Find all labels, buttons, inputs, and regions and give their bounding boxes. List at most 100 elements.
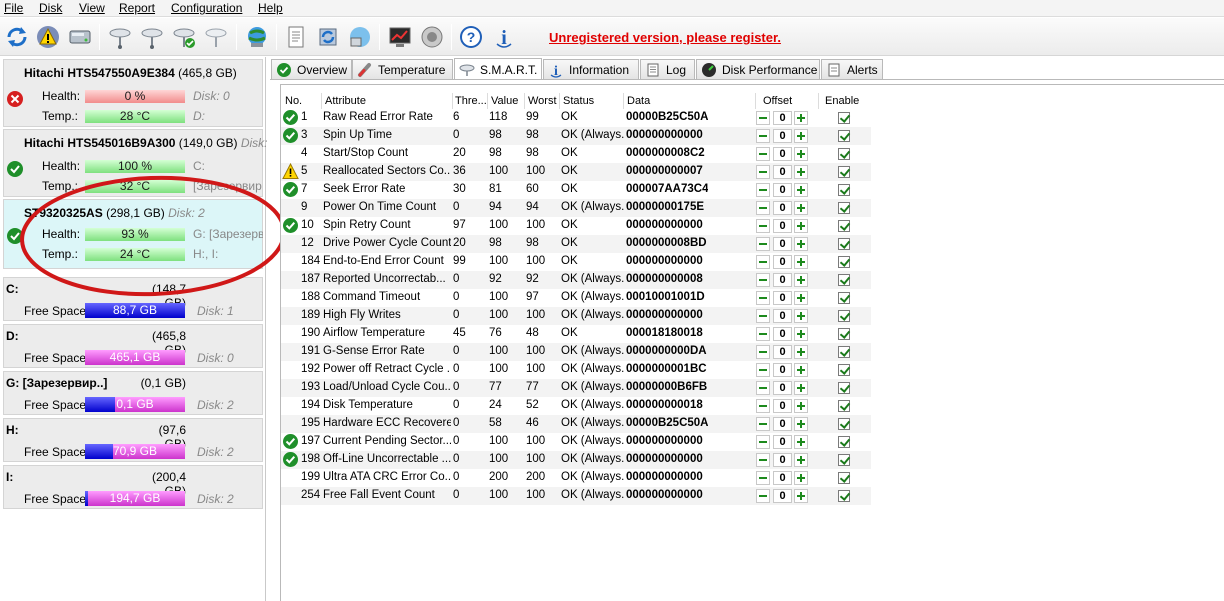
decrement-offset-button[interactable] [756, 237, 770, 251]
increment-offset-button[interactable] [794, 345, 808, 359]
smart-row[interactable]: 199 Ultra ATA CRC Error Co... 0 200 200 OK (A… [281, 469, 871, 487]
tab-overview[interactable]: Overview [271, 59, 352, 79]
tab-temperature[interactable]: Temperature [352, 59, 453, 79]
col-header-attribute[interactable]: Attribute [325, 95, 366, 107]
hard-disk-icon[interactable] [65, 22, 95, 52]
smart-probe-add-icon[interactable] [137, 22, 167, 52]
increment-offset-button[interactable] [794, 255, 808, 269]
col-header-data[interactable]: Data [627, 95, 650, 107]
increment-offset-button[interactable] [794, 399, 808, 413]
enable-checkbox[interactable] [838, 184, 850, 196]
enable-checkbox[interactable] [838, 292, 850, 304]
smart-row[interactable]: 184 End-to-End Error Count 99 100 100 OK 00000… [281, 253, 871, 271]
increment-offset-button[interactable] [794, 471, 808, 485]
decrement-offset-button[interactable] [756, 345, 770, 359]
info-icon[interactable]: i [489, 22, 519, 52]
enable-checkbox[interactable] [838, 418, 850, 430]
offset-value[interactable]: 0 [773, 489, 792, 503]
volume-card[interactable]: D: (465,8 GB) Free Space 465,1 GB Disk: … [3, 324, 263, 368]
menu-disk[interactable]: Disk [39, 1, 62, 16]
col-header-value[interactable]: Value [491, 95, 518, 107]
warning-disk-icon[interactable] [33, 22, 63, 52]
volume-card[interactable]: H: (97,6 GB) Free Space 70,9 GB Disk: 2 [3, 418, 263, 462]
offset-value[interactable]: 0 [773, 381, 792, 395]
enable-checkbox[interactable] [838, 256, 850, 268]
enable-checkbox[interactable] [838, 364, 850, 376]
smart-row[interactable]: 9 Power On Time Count 0 94 94 OK (Always... 00… [281, 199, 871, 217]
offset-value[interactable]: 0 [773, 237, 792, 251]
tab-log[interactable]: Log [640, 59, 695, 79]
enable-checkbox[interactable] [838, 346, 850, 358]
increment-offset-button[interactable] [794, 309, 808, 323]
smart-row[interactable]: 193 Load/Unload Cycle Cou... 0 77 77 OK (Alwa… [281, 379, 871, 397]
enable-checkbox[interactable] [838, 328, 850, 340]
smart-row[interactable]: 194 Disk Temperature 0 24 52 OK (Always... 000… [281, 397, 871, 415]
offset-value[interactable]: 0 [773, 129, 792, 143]
tab-disk-performance[interactable]: Disk Performance [696, 59, 820, 79]
speaker-icon[interactable] [417, 22, 447, 52]
decrement-offset-button[interactable] [756, 417, 770, 431]
offset-value[interactable]: 0 [773, 363, 792, 377]
smart-probe-ok-icon[interactable] [169, 22, 199, 52]
decrement-offset-button[interactable] [756, 111, 770, 125]
decrement-offset-button[interactable] [756, 165, 770, 179]
enable-checkbox[interactable] [838, 472, 850, 484]
col-header-status[interactable]: Status [563, 95, 594, 107]
offset-value[interactable]: 0 [773, 309, 792, 323]
tab-smart[interactable]: S.M.A.R.T. [454, 58, 542, 80]
offset-value[interactable]: 0 [773, 417, 792, 431]
enable-checkbox[interactable] [838, 490, 850, 502]
increment-offset-button[interactable] [794, 201, 808, 215]
offset-value[interactable]: 0 [773, 273, 792, 287]
offset-value[interactable]: 0 [773, 291, 792, 305]
smart-row[interactable]: 187 Reported Uncorrectab... 0 92 92 OK (Alway… [281, 271, 871, 289]
increment-offset-button[interactable] [794, 219, 808, 233]
col-header-enable[interactable]: Enable [825, 95, 859, 107]
smart-row[interactable]: 191 G-Sense Error Rate 0 100 100 OK (Always..… [281, 343, 871, 361]
register-link[interactable]: Unregistered version, please register. [549, 30, 781, 45]
increment-offset-button[interactable] [794, 237, 808, 251]
smart-row[interactable]: 190 Airflow Temperature 45 76 48 OK 0000181800… [281, 325, 871, 343]
smart-row[interactable]: 188 Command Timeout 0 100 97 OK (Always... 000… [281, 289, 871, 307]
increment-offset-button[interactable] [794, 489, 808, 503]
increment-offset-button[interactable] [794, 417, 808, 431]
decrement-offset-button[interactable] [756, 129, 770, 143]
report-document-icon[interactable] [281, 22, 311, 52]
decrement-offset-button[interactable] [756, 471, 770, 485]
increment-offset-button[interactable] [794, 147, 808, 161]
enable-checkbox[interactable] [838, 130, 850, 142]
enable-checkbox[interactable] [838, 112, 850, 124]
volume-card[interactable]: C: (148,7 GB) Free Space 88,7 GB Disk: 1 [3, 277, 263, 321]
smart-row[interactable]: 254 Free Fall Event Count 0 100 100 OK (Alway… [281, 487, 871, 505]
offset-value[interactable]: 0 [773, 327, 792, 341]
enable-checkbox[interactable] [838, 382, 850, 394]
decrement-offset-button[interactable] [756, 147, 770, 161]
disk-card-selected[interactable]: ST9320325AS (298,1 GB) Disk: 2 Health: 9… [3, 199, 263, 269]
increment-offset-button[interactable] [794, 165, 808, 179]
help-icon[interactable]: ? [456, 22, 486, 52]
smart-row[interactable]: 3 Spin Up Time 0 98 98 OK (Always... 000000000… [281, 127, 871, 145]
enable-checkbox[interactable] [838, 220, 850, 232]
smart-row[interactable]: 4 Start/Stop Count 20 98 98 OK 0000000008C2 0 [281, 145, 871, 163]
increment-offset-button[interactable] [794, 363, 808, 377]
increment-offset-button[interactable] [794, 435, 808, 449]
decrement-offset-button[interactable] [756, 327, 770, 341]
disk-card[interactable]: Hitachi HTS545016B9A300 (149,0 GB) Disk:… [3, 129, 267, 197]
col-header-no[interactable]: No. [285, 95, 302, 107]
enable-checkbox[interactable] [838, 148, 850, 160]
enable-checkbox[interactable] [838, 454, 850, 466]
enable-checkbox[interactable] [838, 400, 850, 412]
menu-file[interactable]: File [4, 1, 23, 16]
increment-offset-button[interactable] [794, 129, 808, 143]
tab-information[interactable]: i Information [543, 59, 639, 79]
offset-value[interactable]: 0 [773, 219, 792, 233]
menu-view[interactable]: View [79, 1, 105, 16]
offset-value[interactable]: 0 [773, 183, 792, 197]
offset-value[interactable]: 0 [773, 453, 792, 467]
smart-row[interactable]: 197 Current Pending Sector... 0 100 100 OK (A… [281, 433, 871, 451]
decrement-offset-button[interactable] [756, 309, 770, 323]
disk-card[interactable]: Hitachi HTS547550A9E384 (465,8 GB) Healt… [3, 59, 263, 127]
volume-card[interactable]: G: [Зарезервир..] (0,1 GB) Free Space 0,… [3, 371, 263, 415]
tab-alerts[interactable]: Alerts [821, 59, 883, 79]
computer-network-icon[interactable] [345, 22, 375, 52]
